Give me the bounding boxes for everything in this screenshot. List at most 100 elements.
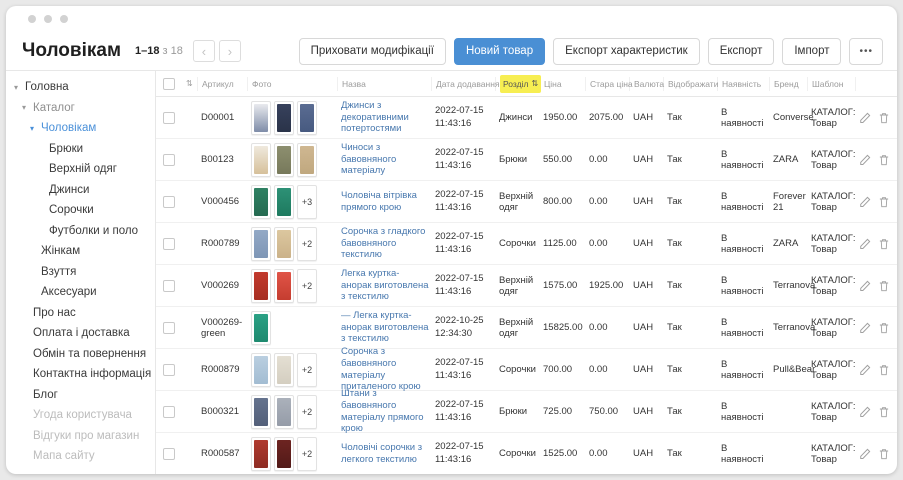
product-link[interactable]: Сорочка з бавовняного матеріалу притален…: [341, 346, 429, 394]
sidebar-item[interactable]: Оплата і доставка: [6, 323, 155, 344]
sidebar-item[interactable]: ▾Чоловікам: [6, 118, 155, 139]
sidebar-item[interactable]: Контактна інформація: [6, 364, 155, 385]
row-checkbox[interactable]: [163, 364, 175, 376]
delete-icon[interactable]: [878, 238, 890, 250]
sidebar-item[interactable]: ▾Головна: [6, 77, 155, 98]
delete-icon[interactable]: [878, 196, 890, 208]
row-checkbox[interactable]: [163, 112, 175, 124]
more-photos-badge[interactable]: +2: [297, 437, 317, 471]
row-checkbox[interactable]: [163, 238, 175, 250]
sidebar-item[interactable]: Взуття: [6, 262, 155, 283]
product-photo[interactable]: [274, 143, 294, 177]
sidebar-item[interactable]: ▾Каталог: [6, 98, 155, 119]
product-photo[interactable]: [251, 269, 271, 303]
delete-icon[interactable]: [878, 280, 890, 292]
window-dot-icon[interactable]: [28, 15, 36, 23]
sidebar-item[interactable]: Блог: [6, 385, 155, 406]
sidebar-item[interactable]: Угода користувача: [6, 405, 155, 426]
edit-icon[interactable]: [859, 112, 871, 124]
product-photo[interactable]: [274, 101, 294, 135]
column-header-name[interactable]: Назва: [338, 77, 432, 91]
more-photos-badge[interactable]: +2: [297, 353, 317, 387]
product-photo[interactable]: [274, 269, 294, 303]
next-page-button[interactable]: ›: [219, 40, 241, 62]
new-product-button[interactable]: Новий товар: [454, 38, 545, 65]
section-sort-chip[interactable]: Розділ ⇅: [500, 75, 541, 93]
sidebar-item[interactable]: Жінкам: [6, 241, 155, 262]
row-checkbox[interactable]: [163, 406, 175, 418]
column-header-date[interactable]: Дата додавання: [432, 77, 496, 91]
window-dot-icon[interactable]: [60, 15, 68, 23]
row-checkbox[interactable]: [163, 196, 175, 208]
row-checkbox[interactable]: [163, 280, 175, 292]
sidebar-item[interactable]: Аксесуари: [6, 282, 155, 303]
product-link[interactable]: Чоловічі сорочки з легкого текстилю: [341, 442, 429, 466]
product-link[interactable]: Легка куртка-анорак виготовлена з тексти…: [341, 268, 429, 304]
more-photos-badge[interactable]: +3: [297, 185, 317, 219]
sidebar-item[interactable]: Обмін та повернення: [6, 344, 155, 365]
hide-modifications-button[interactable]: Приховати модифікації: [299, 38, 446, 65]
sidebar-item[interactable]: Футболки и поло: [6, 221, 155, 242]
product-link[interactable]: Штани з бавовняного матеріалу прямого кр…: [341, 388, 429, 436]
product-photo[interactable]: [274, 437, 294, 471]
sidebar-item[interactable]: Джинси: [6, 180, 155, 201]
edit-icon[interactable]: [859, 448, 871, 460]
row-checkbox[interactable]: [163, 322, 175, 334]
product-photo[interactable]: [251, 311, 271, 345]
column-header-price[interactable]: Ціна: [540, 77, 586, 91]
section-sort-icon[interactable]: ⇅: [531, 77, 538, 91]
edit-icon[interactable]: [859, 280, 871, 292]
sidebar-item[interactable]: Відгуки про магазин: [6, 426, 155, 447]
row-checkbox[interactable]: [163, 448, 175, 460]
sort-order-icon[interactable]: ⇅: [182, 77, 198, 91]
column-header-section[interactable]: Розділ ⇅: [496, 77, 540, 91]
product-link[interactable]: — Легка куртка-анорак виготовлена з текс…: [341, 310, 429, 346]
sidebar-item[interactable]: Верхній одяг: [6, 159, 155, 180]
edit-icon[interactable]: [859, 364, 871, 376]
row-checkbox[interactable]: [163, 154, 175, 166]
product-photo[interactable]: [274, 353, 294, 387]
delete-icon[interactable]: [878, 364, 890, 376]
select-all-checkbox[interactable]: [163, 78, 175, 90]
product-photo[interactable]: [251, 143, 271, 177]
edit-icon[interactable]: [859, 154, 871, 166]
more-photos-badge[interactable]: +2: [297, 395, 317, 429]
export-attributes-button[interactable]: Експорт характеристик: [553, 38, 700, 65]
product-link[interactable]: Джинси з декоративними потертостями: [341, 100, 429, 136]
product-photo[interactable]: [251, 395, 271, 429]
edit-icon[interactable]: [859, 322, 871, 334]
column-header-old-price[interactable]: Стара ціна: [586, 77, 630, 91]
product-link[interactable]: Сорочка з гладкого бавовняного текстилю: [341, 226, 429, 262]
product-photo[interactable]: [251, 185, 271, 219]
more-actions-button[interactable]: •••: [849, 38, 883, 65]
product-photo[interactable]: [274, 395, 294, 429]
product-photo[interactable]: [274, 185, 294, 219]
import-button[interactable]: Імпорт: [782, 38, 841, 65]
product-photo[interactable]: [297, 143, 317, 177]
export-button[interactable]: Експорт: [708, 38, 775, 65]
sidebar-item[interactable]: Брюки: [6, 139, 155, 160]
more-photos-badge[interactable]: +2: [297, 269, 317, 303]
edit-icon[interactable]: [859, 406, 871, 418]
product-photo[interactable]: [274, 227, 294, 261]
prev-page-button[interactable]: ‹: [193, 40, 215, 62]
delete-icon[interactable]: [878, 406, 890, 418]
product-photo[interactable]: [297, 101, 317, 135]
edit-icon[interactable]: [859, 238, 871, 250]
product-photo[interactable]: [251, 227, 271, 261]
delete-icon[interactable]: [878, 322, 890, 334]
more-photos-badge[interactable]: +2: [297, 227, 317, 261]
delete-icon[interactable]: [878, 112, 890, 124]
sidebar-item[interactable]: Сорочки: [6, 200, 155, 221]
edit-icon[interactable]: [859, 196, 871, 208]
product-link[interactable]: Чиноси з бавовняного матеріалу: [341, 142, 429, 178]
product-photo[interactable]: [251, 437, 271, 471]
product-photo[interactable]: [251, 101, 271, 135]
window-dot-icon[interactable]: [44, 15, 52, 23]
product-link[interactable]: Чоловіча вітрівка прямого крою: [341, 190, 429, 214]
column-header-article[interactable]: Артикул: [198, 77, 248, 91]
delete-icon[interactable]: [878, 448, 890, 460]
delete-icon[interactable]: [878, 154, 890, 166]
sidebar-item[interactable]: Про нас: [6, 303, 155, 324]
sidebar-item[interactable]: Мапа сайту: [6, 446, 155, 467]
